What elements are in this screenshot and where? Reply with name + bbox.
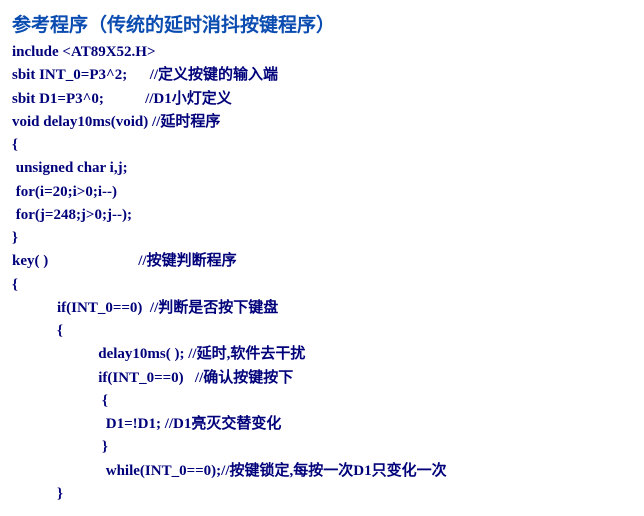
code-line: sbit D1=P3^0; //D1小灯定义 bbox=[12, 91, 232, 107]
code-line: sbit INT_0=P3^2; //定义按键的输入端 bbox=[12, 67, 278, 83]
code-line: unsigned char i,j; bbox=[12, 160, 128, 176]
document-title: 参考程序（传统的延时消抖按键程序） bbox=[12, 10, 632, 37]
code-line: void delay10ms(void) //延时程序 bbox=[12, 114, 220, 130]
code-line: if(INT_0==0) //判断是否按下键盘 bbox=[12, 300, 278, 316]
code-line: { bbox=[12, 323, 63, 339]
code-line: { bbox=[12, 393, 108, 409]
code-line: } bbox=[12, 230, 18, 246]
code-line: delay10ms( ); //延时,软件去干扰 bbox=[12, 346, 305, 362]
code-block: include <AT89X52.H> sbit INT_0=P3^2; //定… bbox=[12, 41, 632, 506]
code-line: include <AT89X52.H> bbox=[12, 44, 156, 60]
code-line: D1=!D1; //D1亮灭交替变化 bbox=[12, 416, 281, 432]
code-line: } bbox=[12, 486, 63, 502]
code-line: key( ) //按键判断程序 bbox=[12, 253, 237, 269]
code-line: { bbox=[12, 277, 18, 293]
code-line: if(INT_0==0) //确认按键按下 bbox=[12, 370, 293, 386]
code-line: for(i=20;i>0;i--) bbox=[12, 184, 117, 200]
code-line: } bbox=[12, 439, 108, 455]
code-line: { bbox=[12, 137, 18, 153]
code-line: while(INT_0==0);//按键锁定,每按一次D1只变化一次 bbox=[12, 463, 447, 479]
code-line: for(j=248;j>0;j--); bbox=[12, 207, 132, 223]
